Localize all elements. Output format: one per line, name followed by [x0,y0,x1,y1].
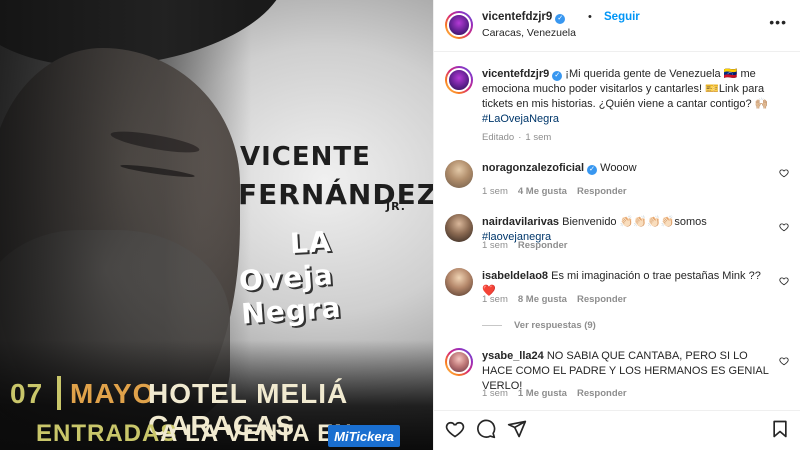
like-comment-heart-icon[interactable] [779,356,789,366]
poster-title-line2: Oveja Negra [237,258,343,331]
post-image[interactable]: VICENTE FERNÁNDEZ JR. LA Oveja Negra 07 … [0,0,433,450]
comment-meta: 1 sem 4 Me gusta Responder [482,186,637,197]
like-heart-icon[interactable] [445,419,465,439]
location-link[interactable]: Caracas, Venezuela [482,27,576,39]
more-options-icon[interactable]: ••• [769,14,787,30]
caption-text: vicentefdzjr9 ✓ ¡Mi querida gente de Vene… [482,67,772,127]
poster-date-separator [57,376,61,410]
verified-icon: ✓ [555,14,566,24]
share-paper-plane-icon[interactable] [507,419,527,439]
poster-name-first: VICENTE [240,142,371,172]
comment-likes[interactable]: 1 Me gusta [518,388,567,399]
commenter-username[interactable]: noragonzalezoficial [482,162,584,174]
author-username[interactable]: vicentefdzjr9 [482,11,552,23]
like-comment-heart-icon[interactable] [779,222,789,232]
edited-label: Editado [482,132,515,143]
comment-likes[interactable]: 8 Me gusta [518,294,567,305]
caption-meta: Editado · 1 sem [482,132,552,143]
comment-time[interactable]: 1 sem [482,294,508,305]
commenter-avatar[interactable] [445,348,473,376]
caption-time[interactable]: 1 sem [525,132,551,143]
commenter-avatar[interactable] [445,214,473,242]
commenter-username[interactable]: nairdavilarivas [482,216,559,228]
comment-body: Wooow [597,162,637,174]
poster-title-line1: LA [289,224,333,261]
poster-entradas: ENTRADAS [36,420,178,447]
reply-button[interactable]: Responder [577,186,627,197]
reply-button[interactable]: Responder [577,294,627,305]
poster-venta: A LA VENTA EN [160,420,353,447]
mitickera-logo: MiTickera [328,425,400,447]
reply-button[interactable]: Responder [518,240,568,251]
comment-meta: 1 sem Responder [482,240,578,251]
author-username-line[interactable]: vicentefdzjr9 ✓ [482,11,566,24]
comment-meta: 1 sem 1 Me gusta Responder [482,388,637,399]
post-action-bar [434,410,800,450]
comment-time[interactable]: 1 sem [482,240,508,251]
author-avatar[interactable] [445,11,473,39]
commenter-avatar[interactable] [445,268,473,296]
poster-date: 07 [10,378,44,409]
caption-avatar[interactable] [445,66,473,94]
commenter-avatar[interactable] [445,160,473,188]
poster-name-suffix: JR. [386,200,406,213]
post-header: vicentefdzjr9 ✓ • Seguir Caracas, Venezue… [434,0,800,52]
poster-month: MAYO [70,378,156,409]
replies-divider-line [482,324,502,326]
caption-hashtag[interactable]: #LaOvejaNegra [482,113,559,125]
view-replies-label[interactable]: Ver respuestas (9) [514,320,596,331]
view-replies-button[interactable]: Ver respuestas (9) [482,320,596,331]
comment-bubble-icon[interactable] [476,419,496,439]
save-bookmark-icon[interactable] [770,419,790,439]
commenter-username[interactable]: isabeldelao8 [482,270,548,282]
verified-icon: ✓ [552,71,563,81]
reply-button[interactable]: Responder [577,388,627,399]
like-comment-heart-icon[interactable] [779,168,789,178]
comment-meta: 1 sem 8 Me gusta Responder [482,294,637,305]
comment-body: Bienvenido 👏🏻👏🏻👏🏻👏🏻somos [559,216,707,228]
separator-dot: • [588,11,592,23]
follow-button[interactable]: Seguir [604,11,640,23]
caption-username[interactable]: vicentefdzjr9 [482,68,549,80]
comment-time[interactable]: 1 sem [482,388,508,399]
post-side-panel: vicentefdzjr9 ✓ • Seguir Caracas, Venezue… [433,0,800,450]
comment-time[interactable]: 1 sem [482,186,508,197]
commenter-username[interactable]: ysabe_lla24 [482,350,544,362]
verified-icon: ✓ [587,165,598,175]
like-comment-heart-icon[interactable] [779,276,789,286]
comment-text: noragonzalezoficial ✓ Wooow [482,161,772,176]
comment-likes[interactable]: 4 Me gusta [518,186,567,197]
